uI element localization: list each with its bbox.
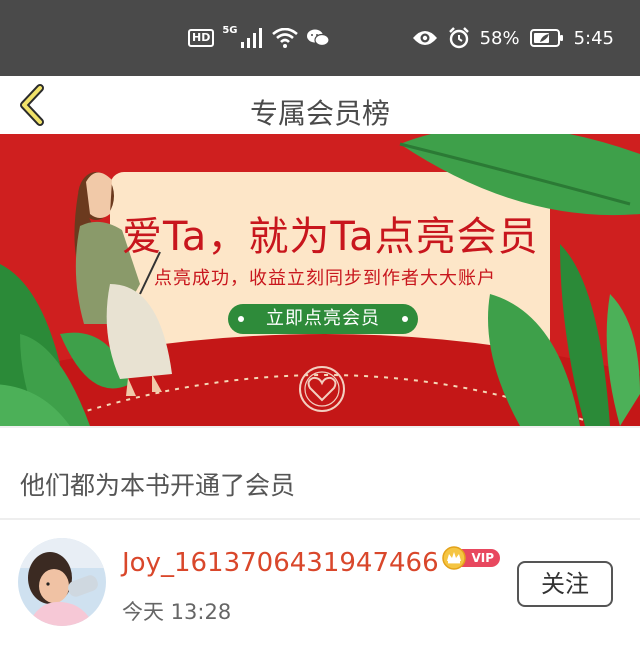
status-left: HD 5G bbox=[188, 0, 330, 76]
section-separator bbox=[0, 426, 640, 428]
status-right: 58% 5:45 bbox=[412, 0, 614, 76]
alarm-icon bbox=[448, 27, 469, 49]
status-bar: HD 5G 58% 5:45 bbox=[0, 0, 640, 76]
follow-button[interactable]: 关注 bbox=[517, 561, 613, 607]
hd-icon: HD bbox=[188, 29, 215, 47]
light-up-membership-button[interactable]: 立即点亮会员 bbox=[228, 304, 418, 334]
eye-icon bbox=[412, 31, 437, 45]
wechat-icon bbox=[306, 29, 330, 47]
nav-bar: 专属会员榜 bbox=[0, 76, 640, 134]
wifi-icon bbox=[271, 28, 298, 48]
crown-icon bbox=[442, 546, 466, 570]
battery-percent: 58% bbox=[479, 27, 520, 49]
battery-icon bbox=[529, 29, 563, 47]
avatar-image bbox=[18, 538, 106, 626]
page-title: 专属会员榜 bbox=[249, 97, 390, 130]
member-username[interactable]: Joy_1613706431947466 bbox=[122, 548, 439, 578]
avatar[interactable] bbox=[18, 538, 106, 626]
member-time: 今天 13:28 bbox=[122, 600, 232, 624]
vip-badge: VIP bbox=[442, 546, 502, 570]
network-type-label: 5G bbox=[222, 25, 238, 36]
list-item[interactable]: Joy_1613706431947466 VIP 今天 13:28 关注 bbox=[0, 520, 640, 649]
promo-banner[interactable]: 爱Ta，就为Ta点亮会员 点亮成功，收益立刻同步到作者大大账户 立即点亮会员 bbox=[0, 134, 640, 426]
section-title: 他们都为本书开通了会员 bbox=[20, 471, 296, 500]
clock-time: 5:45 bbox=[573, 27, 614, 49]
signal-icon bbox=[240, 28, 262, 48]
banner-title: 爱Ta，就为Ta点亮会员 bbox=[122, 214, 539, 260]
banner-subtitle: 点亮成功，收益立刻同步到作者大大账户 bbox=[154, 268, 496, 289]
